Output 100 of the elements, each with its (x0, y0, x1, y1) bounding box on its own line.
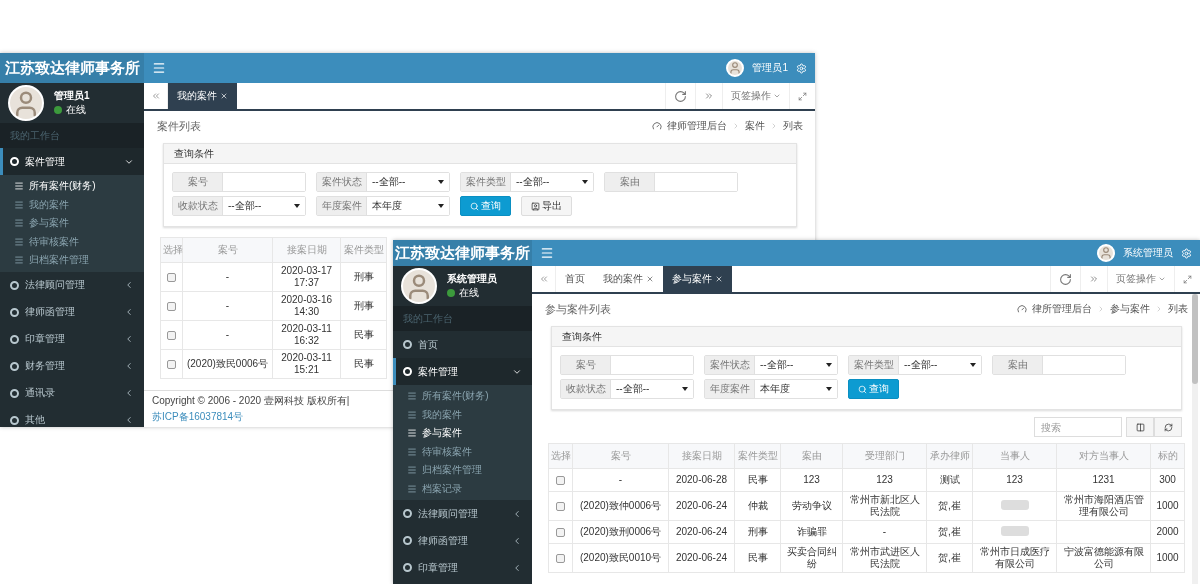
sidebar-item[interactable]: 法律顾问管理 (393, 500, 532, 527)
sidebar-subitem[interactable]: 参与案件 (0, 214, 144, 233)
chevron-left-icon (124, 388, 134, 398)
sidebar-subitem[interactable]: 所有案件(财务) (0, 177, 144, 196)
search-icon (470, 201, 479, 211)
sidebar-item[interactable]: 案件管理 (0, 148, 144, 175)
breadcrumb-item[interactable]: 律所管理后台 (1032, 302, 1092, 316)
column-header: 选择 (548, 443, 573, 469)
circle-icon (403, 509, 412, 518)
sidebar-item[interactable]: 首页 (393, 331, 532, 358)
menu-icon[interactable] (152, 61, 166, 75)
table-cell: 1000 (1150, 491, 1185, 521)
user-name[interactable]: 管理员1 (752, 61, 788, 75)
user-name: 系统管理员 (447, 272, 497, 286)
avatar[interactable] (1097, 244, 1115, 262)
row-checkbox[interactable] (167, 273, 176, 282)
table-cell: - (182, 262, 273, 292)
table-cell: 刑事 (340, 291, 387, 321)
column-header: 案件类型 (734, 443, 781, 469)
row-checkbox[interactable] (556, 528, 565, 537)
settings-icon[interactable] (1181, 247, 1192, 259)
columns-button[interactable] (1126, 417, 1154, 437)
row-checkbox[interactable] (167, 331, 176, 340)
sidebar-subitem[interactable]: 所有案件(财务) (393, 387, 532, 406)
sidebar-subitem[interactable]: 归档案件管理 (393, 461, 532, 480)
double-chevron-right-icon (704, 91, 714, 101)
avatar (8, 85, 44, 121)
row-checkbox[interactable] (556, 502, 565, 511)
column-header: 受理部门 (842, 443, 927, 469)
tab-actions-dropdown[interactable]: 页签操作 (1107, 266, 1174, 292)
table-cell: 贺,崔 (926, 520, 973, 544)
row-checkbox[interactable] (556, 554, 565, 563)
sidebar-subitem[interactable]: 待审核案件 (393, 442, 532, 461)
refresh-icon (1059, 272, 1072, 286)
chevron-left-icon (124, 334, 134, 344)
caret-icon (773, 92, 781, 100)
table-cell: 民事 (734, 543, 781, 573)
sidebar-subitem[interactable]: 我的案件 (393, 405, 532, 424)
table-cell: 劳动争议 (780, 491, 843, 521)
sidebar-item[interactable]: 通讯录 (0, 379, 144, 407)
sidebar-subitem[interactable]: 归档案件管理 (0, 251, 144, 270)
sidebar-item[interactable]: 其他 (0, 406, 144, 427)
row-checkbox[interactable] (167, 360, 176, 369)
column-header: 标的 (1150, 443, 1185, 469)
table-cell: 2020-06-28 (668, 468, 735, 492)
circle-icon (10, 334, 19, 344)
sidebar-item[interactable]: 案件管理 (393, 358, 532, 385)
table-cell: 贺,崔 (926, 543, 973, 573)
table-cell: 宁波富德能源有限公司 (1056, 543, 1151, 573)
table-cell: 民事 (340, 320, 387, 350)
close-icon[interactable] (646, 275, 654, 283)
column-header: 对方当事人 (1056, 443, 1151, 469)
sidebar-item[interactable]: 印章管理 (0, 325, 144, 353)
double-chevron-left-icon (538, 274, 549, 284)
sidebar-subitem[interactable]: 参与案件 (393, 424, 532, 443)
icp-link[interactable]: 苏ICP备16037814号 (152, 410, 244, 424)
sidebar-item[interactable]: 律师函管理 (393, 527, 532, 554)
table-cell: 300 (1150, 468, 1185, 492)
search-field[interactable]: 搜索 (1034, 417, 1122, 437)
table-cell: 常州市海阳酒店管理有限公司 (1056, 491, 1151, 521)
sidebar-section-label: 我的工作台 (0, 123, 144, 148)
list-icon (14, 181, 24, 192)
breadcrumb-item[interactable]: 参与案件 (1110, 302, 1150, 316)
separator-icon (732, 122, 740, 130)
row-checkbox[interactable] (167, 302, 176, 311)
scrollbar[interactable] (1192, 294, 1198, 584)
sidebar-subitem[interactable]: 档案记录 (393, 479, 532, 498)
column-header: 接案日期 (272, 237, 341, 263)
tab-actions-dropdown[interactable]: 页签操作 (722, 83, 789, 109)
table-cell: 常州市新北区人民法院 (842, 491, 927, 521)
brand-title: 江苏致达律师事务所 (393, 240, 532, 266)
breadcrumb-item[interactable]: 案件 (745, 119, 765, 133)
sidebar-subitem[interactable]: 我的案件 (0, 195, 144, 214)
table-cell: 刑事 (734, 520, 781, 544)
caret-icon (1158, 275, 1166, 283)
circle-icon (10, 388, 19, 398)
column-header: 承办律师 (926, 443, 973, 469)
double-chevron-right-icon (1089, 274, 1099, 284)
table-cell: 2020-06-24 (668, 543, 735, 573)
page-tab[interactable]: 参与案件 (663, 266, 732, 292)
circle-icon (403, 367, 412, 376)
page-tab[interactable]: 我的案件 (168, 83, 237, 109)
sidebar-subitem[interactable]: 待审核案件 (0, 232, 144, 251)
user-icon (531, 201, 540, 211)
breadcrumb-item[interactable]: 律师管理后台 (667, 119, 727, 133)
sidebar-item[interactable]: 法律顾问管理 (0, 271, 144, 299)
sidebar-item[interactable]: 财务管理 (0, 352, 144, 380)
avatar[interactable] (726, 59, 745, 77)
export-button[interactable]: 导出 (521, 196, 572, 216)
sidebar-item[interactable]: 印章管理 (393, 554, 532, 581)
settings-icon[interactable] (796, 62, 807, 74)
chevron-left-icon (124, 361, 134, 371)
brand-title: 江苏致达律师事务所 (0, 53, 144, 83)
refresh-button[interactable] (1154, 417, 1182, 437)
chevron-left-icon (512, 562, 522, 573)
table-cell: 仲裁 (734, 491, 781, 521)
sidebar-item[interactable]: 律师函管理 (0, 298, 144, 326)
user-name[interactable]: 系统管理员 (1123, 246, 1173, 260)
row-checkbox[interactable] (556, 476, 565, 485)
menu-icon[interactable] (540, 246, 554, 260)
